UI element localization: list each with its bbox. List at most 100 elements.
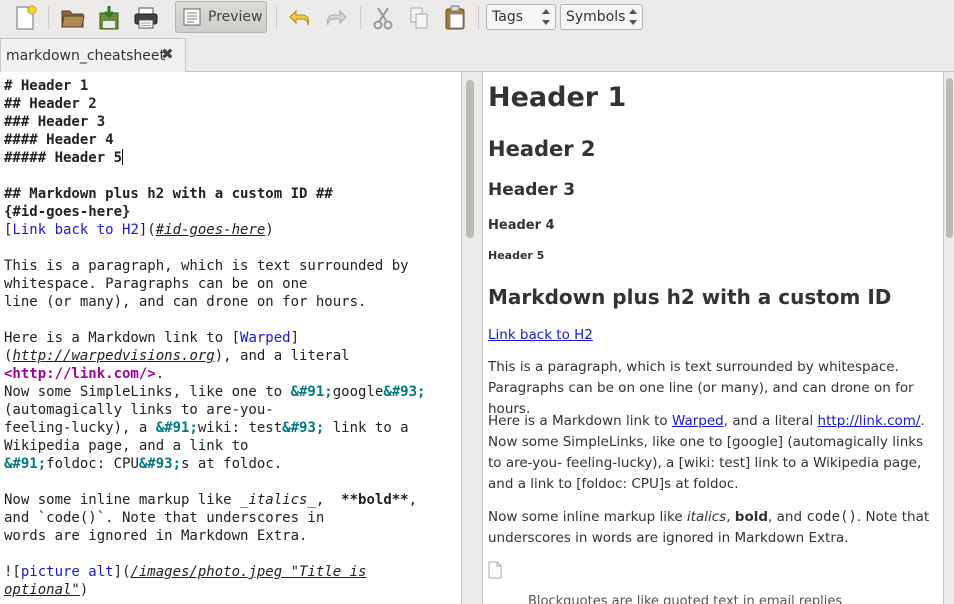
tags-label: Tags	[492, 9, 523, 25]
redo-button[interactable]	[320, 3, 352, 33]
copy-button[interactable]	[404, 3, 434, 33]
editor-text-run: ]	[290, 330, 300, 346]
editor-line: [Link back to H2](#id-goes-here)	[4, 221, 454, 239]
editor-entity: &#91;	[290, 384, 333, 400]
paste-button[interactable]	[440, 3, 470, 33]
editor-link-url: /images/photo.jpeg "Title is	[130, 564, 367, 580]
preview-scrollbar[interactable]	[944, 72, 954, 604]
editor-text-run: Here is a Markdown link to [	[4, 330, 241, 346]
print-icon	[134, 7, 158, 29]
literal-link[interactable]: http://link.com/	[818, 413, 921, 429]
editor-line: (automagically links to are-you-	[4, 402, 274, 418]
editor-text-run: ](	[113, 564, 131, 580]
copy-icon	[410, 7, 428, 29]
warped-link[interactable]: Warped	[672, 413, 724, 429]
code-text: code()	[806, 509, 857, 525]
bold-text: bold	[734, 509, 769, 525]
paragraph-text: , and	[768, 509, 807, 525]
editor-blank-line	[4, 545, 454, 563]
editor-text-run: ,	[408, 492, 418, 508]
paragraph-text: Here is a Markdown link to	[488, 413, 672, 429]
editor-line: Here is a Markdown link to [Warped]	[4, 329, 454, 347]
editor-scrollbar-thumb[interactable]	[466, 80, 474, 238]
editor-blank-line	[4, 473, 454, 491]
editor-line: Now some inline markup like _italics_, *…	[4, 491, 454, 509]
editor-text[interactable]: # Header 1 ## Header 2 ### Header 3 ####…	[4, 77, 454, 599]
preview-link-paragraph: Link back to H2	[488, 325, 933, 346]
open-button[interactable]	[58, 3, 88, 33]
editor-line: This is a paragraph, which is text surro…	[4, 258, 409, 274]
editor-text-run: )	[79, 582, 89, 598]
markdown-editor[interactable]: # Header 1 ## Header 2 ### Header 3 ####…	[0, 72, 462, 604]
cut-button[interactable]	[368, 3, 398, 33]
save-icon	[99, 6, 119, 30]
tab-bar: markdown_cheatsheet ✖	[0, 36, 954, 72]
tab-markdown-cheatsheet[interactable]: markdown_cheatsheet ✖	[0, 38, 186, 72]
editor-line: ## Header 2	[4, 96, 97, 112]
link-back-to-h2[interactable]: Link back to H2	[488, 327, 593, 343]
paragraph-text: ,	[726, 509, 735, 525]
symbols-label: Symbols	[566, 9, 626, 25]
cut-icon	[373, 7, 393, 30]
editor-text-run: ](	[138, 222, 156, 238]
editor-line: words are ignored in Markdown Extra.	[4, 528, 308, 544]
new-file-button[interactable]	[10, 3, 40, 33]
editor-line: optional")	[4, 581, 454, 599]
close-icon[interactable]: ✖	[161, 47, 175, 62]
paragraph-text: , and a literal	[723, 413, 818, 429]
editor-line: whitespace. Paragraphs can be on one	[4, 276, 308, 292]
preview-toggle-button[interactable]: Preview	[175, 1, 267, 33]
editor-text-run: ![	[4, 564, 21, 580]
editor-link-url: optional"	[4, 582, 80, 598]
blockquote-partial: Blockquotes are like quoted text in emai…	[528, 594, 843, 604]
editor-blank-line	[4, 311, 454, 329]
editor-line: <http://link.com/>.	[4, 365, 454, 383]
paragraph-text: Now some inline markup like	[488, 509, 687, 525]
editor-link-text: picture alt	[20, 564, 114, 580]
editor-text-run: s at foldoc.	[181, 456, 283, 472]
editor-text-run: feeling-lucky), a	[4, 420, 156, 436]
editor-line: ## Markdown plus h2 with a custom ID ##	[4, 186, 333, 202]
preview-h4: Header 4	[488, 218, 555, 233]
editor-link-text: Link back to H2	[12, 222, 139, 238]
preview-h2: Header 2	[488, 137, 596, 161]
editor-line: (http://warpedvisions.org), and a litera…	[4, 347, 454, 365]
editor-link-url: #id-goes-here	[155, 222, 266, 238]
editor-link-url: http://warpedvisions.org	[12, 348, 215, 364]
print-button[interactable]	[130, 3, 162, 33]
preview-h2-custom-id: Markdown plus h2 with a custom ID	[488, 285, 892, 309]
editor-entity: &#91;	[155, 420, 198, 436]
paste-icon	[445, 5, 465, 30]
broken-image-icon	[487, 561, 503, 583]
save-button[interactable]	[94, 3, 124, 33]
editor-text-run: foldoc: CPU	[46, 456, 139, 472]
editor-blank-line	[4, 167, 454, 185]
open-folder-icon	[61, 10, 85, 28]
editor-line: {#id-goes-here}	[4, 204, 131, 220]
tab-title: markdown_cheatsheet	[6, 47, 165, 64]
symbols-dropdown[interactable]: Symbols	[560, 4, 643, 30]
editor-text-run: Now some inline markup like	[4, 492, 241, 508]
editor-line: line (or many), and can drone on for hou…	[4, 294, 367, 310]
tags-dropdown[interactable]: Tags	[486, 4, 556, 30]
undo-button[interactable]	[284, 3, 316, 33]
preview-h1: Header 1	[488, 82, 627, 113]
editor-line: ##### Header 5	[4, 149, 454, 167]
preview-icon	[183, 8, 201, 26]
preview-h5: Header 5	[488, 249, 545, 262]
editor-bold-markup: **bold**	[341, 492, 409, 508]
text-caret	[122, 149, 124, 165]
editor-link-text: Warped	[240, 330, 291, 346]
editor-text-run: )	[265, 222, 274, 238]
preview-scrollbar-thumb[interactable]	[946, 78, 953, 238]
editor-line: Now some SimpleLinks, like one to &#91;g…	[4, 383, 454, 401]
editor-autolink: <http://link.com/>	[4, 366, 156, 382]
preview-label: Preview	[208, 9, 263, 25]
editor-line: ![picture alt](/images/photo.jpeg "Title…	[4, 563, 454, 581]
editor-scrollbar[interactable]	[463, 72, 477, 604]
italic-text: italics	[686, 509, 727, 525]
editor-text-run: ), and a literal	[214, 348, 350, 364]
undo-icon	[289, 9, 310, 26]
editor-text-run: Now some SimpleLinks, like one to	[4, 384, 291, 400]
redo-icon	[326, 9, 347, 26]
